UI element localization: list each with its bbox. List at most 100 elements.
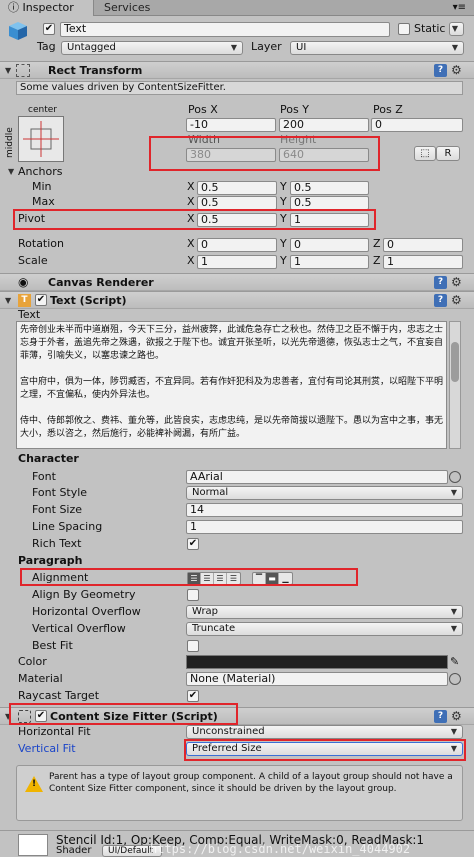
rect-transform-icon — [16, 64, 30, 77]
rotation-label: Rotation — [18, 237, 65, 250]
rot-y-field[interactable]: 0 — [290, 238, 369, 252]
help-book-icon[interactable]: ? — [434, 294, 447, 307]
eyedropper-icon[interactable]: ✎ — [450, 655, 459, 669]
v-overflow-value: Truncate — [192, 623, 236, 634]
blueprint-mode-button[interactable]: ⬚ — [414, 146, 436, 161]
align-geometry-checkbox[interactable] — [187, 589, 199, 601]
scrollbar-thumb[interactable] — [451, 342, 459, 382]
raycast-checkbox[interactable]: ✔ — [187, 690, 199, 702]
font-size-field[interactable]: 14 — [186, 503, 463, 517]
posz-field[interactable]: 0 — [371, 118, 463, 132]
rot-z-axis: Z — [373, 237, 381, 250]
gear-icon[interactable]: ⚙ — [451, 293, 462, 307]
font-style-value: Normal — [192, 487, 229, 498]
posx-field[interactable]: -10 — [186, 118, 276, 132]
font-field[interactable]: AArial — [186, 470, 448, 484]
align-bottom-button[interactable]: ▁ — [279, 573, 292, 584]
anchors-fold-icon[interactable]: ▼ — [8, 165, 14, 179]
posy-field[interactable]: 200 — [279, 118, 369, 132]
h-fit-dropdown[interactable]: Unconstrained ▼ — [186, 725, 463, 739]
text-content-area[interactable]: 先帝创业未半而中道崩殂，今天下三分，益州疲弊，此诚危急存亡之秋也。然侍卫之臣不懈… — [16, 321, 447, 449]
scale-y-field[interactable]: 1 — [290, 255, 369, 269]
align-top-button[interactable]: ▔ — [253, 573, 266, 584]
rect-transform-header[interactable]: ▼ Rect Transform ? ⚙ — [0, 61, 474, 79]
canvas-renderer-header[interactable]: ◉ Canvas Renderer ? ⚙ — [0, 273, 474, 291]
color-swatch[interactable] — [186, 655, 448, 669]
text-enabled-checkbox[interactable]: ✔ — [35, 294, 47, 306]
help-book-icon[interactable]: ? — [434, 710, 447, 723]
anchor-presets-button[interactable] — [18, 116, 64, 162]
scale-z-field[interactable]: 1 — [383, 255, 463, 269]
layer-label: Layer — [251, 40, 282, 53]
best-fit-checkbox[interactable] — [187, 640, 199, 652]
align-justify-button[interactable]: ☰ — [227, 573, 240, 584]
raw-edit-button[interactable]: R — [436, 146, 460, 161]
chevron-down-icon: ▼ — [450, 607, 457, 616]
fitter-enabled-checkbox[interactable]: ✔ — [35, 710, 47, 722]
object-picker-icon[interactable] — [449, 471, 461, 483]
align-middle-button[interactable]: ▬ — [266, 573, 279, 584]
tab-inspector-label: Inspector — [22, 1, 74, 14]
min-x-field[interactable]: 0.5 — [197, 181, 277, 195]
tag-dropdown[interactable]: Untagged ▼ — [61, 41, 243, 55]
font-label: Font — [32, 470, 56, 483]
help-book-icon[interactable]: ? — [434, 64, 447, 77]
align-center-button[interactable]: ☰ — [201, 573, 214, 584]
rich-text-checkbox[interactable]: ✔ — [187, 538, 199, 550]
tab-inspector[interactable]: ⓘ Inspector — [0, 0, 94, 16]
fold-arrow-icon[interactable]: ▼ — [5, 708, 11, 725]
max-x-field[interactable]: 0.5 — [197, 196, 277, 210]
v-fit-dropdown[interactable]: Preferred Size ▼ — [186, 742, 463, 756]
inspector-icon: ⓘ — [8, 1, 23, 14]
line-spacing-field[interactable]: 1 — [186, 520, 463, 534]
height-field: 640 — [279, 148, 369, 162]
gear-icon[interactable]: ⚙ — [451, 709, 462, 723]
text-scrollbar[interactable] — [449, 321, 461, 449]
pivot-x-field[interactable]: 0.5 — [197, 213, 277, 227]
active-checkbox[interactable]: ✔ — [43, 23, 55, 35]
material-field[interactable]: None (Material) — [186, 672, 448, 686]
gameobject-icon — [8, 21, 28, 41]
rot-x-field[interactable]: 0 — [197, 238, 277, 252]
warning-text: Parent has a type of layout group compon… — [49, 772, 453, 794]
shader-label: Shader — [56, 845, 92, 856]
text-script-title: Text (Script) — [50, 294, 127, 307]
align-right-button[interactable]: ☰ — [214, 573, 227, 584]
anchor-h-label: center — [28, 105, 57, 115]
static-dropdown[interactable]: ▼ — [449, 22, 464, 36]
help-book-icon[interactable]: ? — [434, 276, 447, 289]
max-y-field[interactable]: 0.5 — [290, 196, 369, 210]
fold-arrow-icon[interactable]: ▼ — [5, 62, 11, 79]
h-overflow-dropdown[interactable]: Wrap ▼ — [186, 605, 463, 619]
rich-text-label: Rich Text — [32, 537, 82, 550]
driven-note: Some values driven by ContentSizeFitter. — [20, 82, 226, 93]
gear-icon[interactable]: ⚙ — [451, 275, 462, 289]
width-field: 380 — [186, 148, 276, 162]
layer-dropdown[interactable]: UI ▼ — [290, 41, 464, 55]
text-script-header[interactable]: ▼ T ✔ Text (Script) ? ⚙ — [0, 291, 474, 309]
v-overflow-dropdown[interactable]: Truncate ▼ — [186, 622, 463, 636]
object-picker-icon[interactable] — [449, 673, 461, 685]
min-y-field[interactable]: 0.5 — [290, 181, 369, 195]
warning-icon: ! — [25, 776, 43, 792]
tab-services[interactable]: Services — [96, 0, 176, 16]
tab-menu-icon[interactable]: ▾≡ — [453, 0, 466, 15]
canvas-renderer-title: Canvas Renderer — [48, 276, 154, 289]
posz-label: Pos Z — [373, 103, 403, 116]
content-size-fitter-header[interactable]: ▼ ✔ Content Size Fitter (Script) ? ⚙ — [0, 707, 474, 725]
pivot-y-field[interactable]: 1 — [290, 213, 369, 227]
object-name-field[interactable]: Text — [60, 22, 390, 37]
font-style-dropdown[interactable]: Normal ▼ — [186, 486, 463, 500]
rot-z-field[interactable]: 0 — [383, 238, 463, 252]
static-checkbox[interactable] — [398, 23, 410, 35]
fitter-title: Content Size Fitter (Script) — [50, 710, 218, 723]
align-left-button[interactable]: ☰ — [188, 573, 201, 584]
tab-bar: ⓘ Inspector Services ▾≡ — [0, 0, 474, 16]
max-x-axis: X — [187, 195, 195, 208]
gear-icon[interactable]: ⚙ — [451, 63, 462, 77]
chevron-down-icon: ▼ — [230, 43, 237, 52]
fold-arrow-icon[interactable]: ▼ — [5, 292, 11, 309]
scale-x-field[interactable]: 1 — [197, 255, 277, 269]
material-divider — [0, 830, 474, 831]
h-fit-value: Unconstrained — [192, 726, 265, 737]
